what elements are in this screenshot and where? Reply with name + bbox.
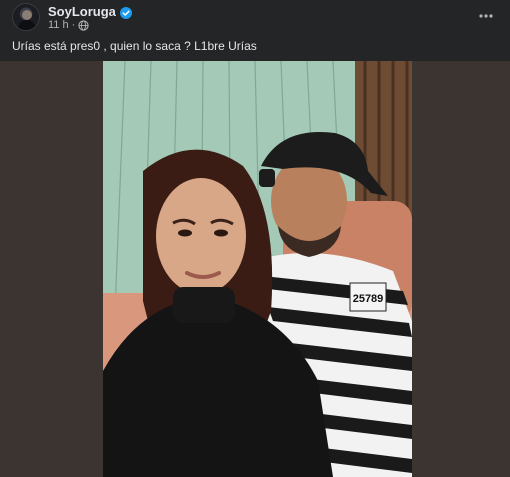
post-photo[interactable]: 25789 [103,61,412,477]
post-caption: Urías está pres0 , quien lo saca ? L1bre… [12,39,257,53]
prisoner-badge-number: 25789 [353,293,384,305]
meta-separator: · [71,19,76,31]
post-media[interactable]: 25789 [0,61,510,477]
post-timestamp[interactable]: 11 h [48,19,69,31]
more-options-icon[interactable] [474,5,498,27]
verified-badge-icon [119,6,132,19]
author-name-row: SoyLoruga [48,4,132,19]
avatar-figure-body [18,20,36,30]
post-meta: 11 h · [48,19,89,31]
post-card: SoyLoruga 11 h · Urías está pres0 , quie… [0,0,510,477]
post-header: SoyLoruga 11 h · [12,3,498,35]
author-name[interactable]: SoyLoruga [48,4,116,19]
author-avatar[interactable] [12,3,40,31]
globe-icon[interactable] [78,19,89,31]
avatar-figure-head [22,10,32,20]
